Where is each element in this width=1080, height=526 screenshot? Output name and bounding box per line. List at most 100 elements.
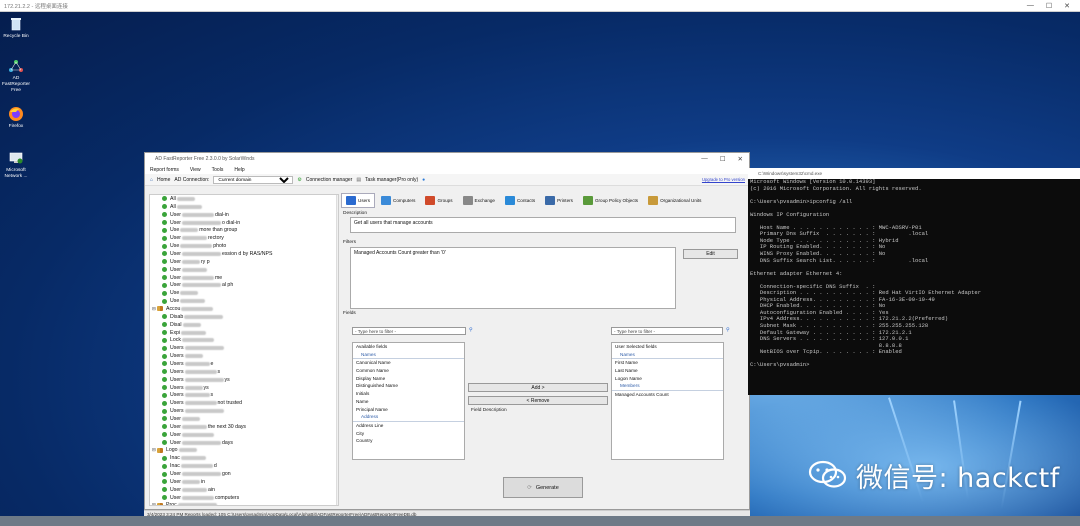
- filters-box[interactable]: Managed Accounts Count greater than '0': [350, 247, 676, 309]
- desktop-icon-microsoft-network[interactable]: Microsoft Network ...: [1, 150, 31, 180]
- tree-item[interactable]: User days: [150, 439, 338, 447]
- tree-item[interactable]: Users ys: [150, 384, 338, 392]
- category-ous[interactable]: Organizational Units: [644, 194, 705, 207]
- list-item[interactable]: Common Name: [353, 367, 464, 375]
- tree-item[interactable]: User o dial-in: [150, 219, 338, 227]
- menu-report-forms[interactable]: Report forms: [150, 167, 179, 173]
- category-contacts[interactable]: Contacts: [501, 194, 539, 207]
- list-item[interactable]: First Name: [612, 359, 723, 367]
- tree-group[interactable]: ⊟ Accou: [150, 305, 338, 313]
- tree-item[interactable]: All: [150, 195, 338, 203]
- tree-item[interactable]: Use photo: [150, 242, 338, 250]
- tree-item[interactable]: User me: [150, 274, 338, 282]
- tree-item[interactable]: Users: [150, 407, 338, 415]
- tree-item[interactable]: User rectory: [150, 234, 338, 242]
- description-field[interactable]: Get all users that manage accounts: [350, 217, 736, 233]
- upgrade-link[interactable]: Upgrade to Pro version: [702, 177, 745, 182]
- list-item[interactable]: Name: [353, 398, 464, 406]
- tree-item[interactable]: User ain: [150, 486, 338, 494]
- list-item[interactable]: Available fields: [353, 343, 464, 351]
- category-gpo[interactable]: Group Policy Objects: [579, 194, 642, 207]
- home-icon[interactable]: ⌂: [150, 177, 153, 183]
- tree-item[interactable]: Expi: [150, 329, 338, 337]
- tree-item[interactable]: Inac: [150, 454, 338, 462]
- cmd-window[interactable]: C:\Windows\system32\cmd.exe Microsoft Wi…: [748, 168, 1080, 395]
- edit-filter-button[interactable]: Edit: [683, 249, 738, 259]
- tree-item[interactable]: User the next 30 days: [150, 423, 338, 431]
- tree-item[interactable]: Users s: [150, 368, 338, 376]
- help-icon[interactable]: ●: [422, 177, 425, 183]
- tree-item[interactable]: User ession d by RAS/NPS: [150, 250, 338, 258]
- desktop-icon-firefox[interactable]: Firefox: [1, 106, 31, 130]
- list-group-header[interactable]: Names: [353, 351, 464, 360]
- app-close-button[interactable]: ✕: [738, 155, 743, 163]
- tree-scrollbar-thumb[interactable]: [338, 201, 339, 401]
- list-group-header[interactable]: Names: [612, 351, 723, 360]
- connection-manager-icon[interactable]: ⚙: [297, 177, 301, 183]
- tree-item[interactable]: User: [150, 266, 338, 274]
- home-button[interactable]: Home: [157, 177, 170, 183]
- tree-item[interactable]: User computers: [150, 494, 338, 502]
- list-item[interactable]: City: [353, 430, 464, 438]
- tree-item[interactable]: Lock: [150, 336, 338, 344]
- tree-item[interactable]: Users: [150, 352, 338, 360]
- tree-item[interactable]: Disal: [150, 321, 338, 329]
- list-item[interactable]: Last Name: [612, 367, 723, 375]
- selected-filter-input[interactable]: - Type here to filter -: [611, 327, 723, 335]
- category-computers[interactable]: Computers: [377, 194, 419, 207]
- menu-tools[interactable]: Tools: [212, 167, 224, 173]
- list-item[interactable]: Logon Name: [612, 375, 723, 383]
- generate-button[interactable]: ⟳ Generate: [503, 477, 583, 498]
- desktop-icon-recycle-bin[interactable]: Recycle Bin: [1, 16, 31, 40]
- domain-select[interactable]: Current domain: [213, 175, 294, 184]
- tree-item[interactable]: Use: [150, 289, 338, 297]
- tree-item[interactable]: Users ys: [150, 376, 338, 384]
- list-group-header[interactable]: Address: [353, 413, 464, 422]
- tree-item[interactable]: User dial-in: [150, 211, 338, 219]
- tree-item[interactable]: Users not trusted: [150, 399, 338, 407]
- task-manager-icon[interactable]: ▤: [356, 177, 361, 183]
- list-item[interactable]: Canonical Name: [353, 359, 464, 367]
- category-groups[interactable]: Groups: [421, 194, 456, 207]
- list-item[interactable]: Distinguished Name: [353, 382, 464, 390]
- search-icon[interactable]: ⚲: [726, 328, 730, 333]
- tree-item[interactable]: Users: [150, 344, 338, 352]
- maximize-button[interactable]: ☐: [1046, 2, 1052, 10]
- add-field-button[interactable]: Add >: [468, 383, 608, 392]
- app-maximize-button[interactable]: ☐: [720, 155, 726, 163]
- report-tree[interactable]: All All User dial-in User o dial-in Use more …: [149, 194, 339, 506]
- close-button[interactable]: ✕: [1064, 2, 1070, 10]
- list-item[interactable]: Address Line: [353, 422, 464, 430]
- tree-item[interactable]: User in: [150, 478, 338, 486]
- tree-item[interactable]: User: [150, 415, 338, 423]
- tree-item[interactable]: Disab: [150, 313, 338, 321]
- list-item[interactable]: User Selected fields: [612, 343, 723, 351]
- tree-item[interactable]: Inac d: [150, 462, 338, 470]
- selected-fields-list[interactable]: User Selected fields Names First Name Last …: [611, 342, 724, 460]
- tree-item[interactable]: Use: [150, 297, 338, 305]
- tree-item[interactable]: Users e: [150, 360, 338, 368]
- list-item[interactable]: Country: [353, 437, 464, 445]
- category-exchange[interactable]: Exchange: [459, 194, 499, 207]
- task-manager-button[interactable]: Task manager(Pro only): [365, 177, 418, 183]
- menu-help[interactable]: Help: [234, 167, 244, 173]
- tree-item[interactable]: User al ph: [150, 281, 338, 289]
- desktop-icon-ad-fastreporter[interactable]: AD FastReporter Free: [1, 58, 31, 93]
- tree-item[interactable]: All: [150, 203, 338, 211]
- menu-view[interactable]: View: [190, 167, 201, 173]
- category-users[interactable]: Users: [341, 192, 375, 208]
- tree-scrollbar[interactable]: [336, 195, 339, 505]
- tree-item[interactable]: User gon: [150, 470, 338, 478]
- tree-item[interactable]: User ry p: [150, 258, 338, 266]
- app-minimize-button[interactable]: —: [701, 155, 708, 163]
- list-item[interactable]: Initials: [353, 390, 464, 398]
- minimize-button[interactable]: —: [1027, 2, 1034, 10]
- list-item[interactable]: Display Name: [353, 375, 464, 383]
- connection-manager-button[interactable]: Connection manager: [306, 177, 352, 183]
- tree-group[interactable]: ⊟ Logo: [150, 447, 338, 455]
- available-filter-input[interactable]: - Type here to filter -: [352, 327, 466, 335]
- list-group-header[interactable]: Members: [612, 382, 723, 392]
- available-fields-list[interactable]: Available fields Names Canonical Name Commo…: [352, 342, 465, 460]
- search-icon[interactable]: ⚲: [469, 328, 473, 333]
- tree-item[interactable]: Users s: [150, 391, 338, 399]
